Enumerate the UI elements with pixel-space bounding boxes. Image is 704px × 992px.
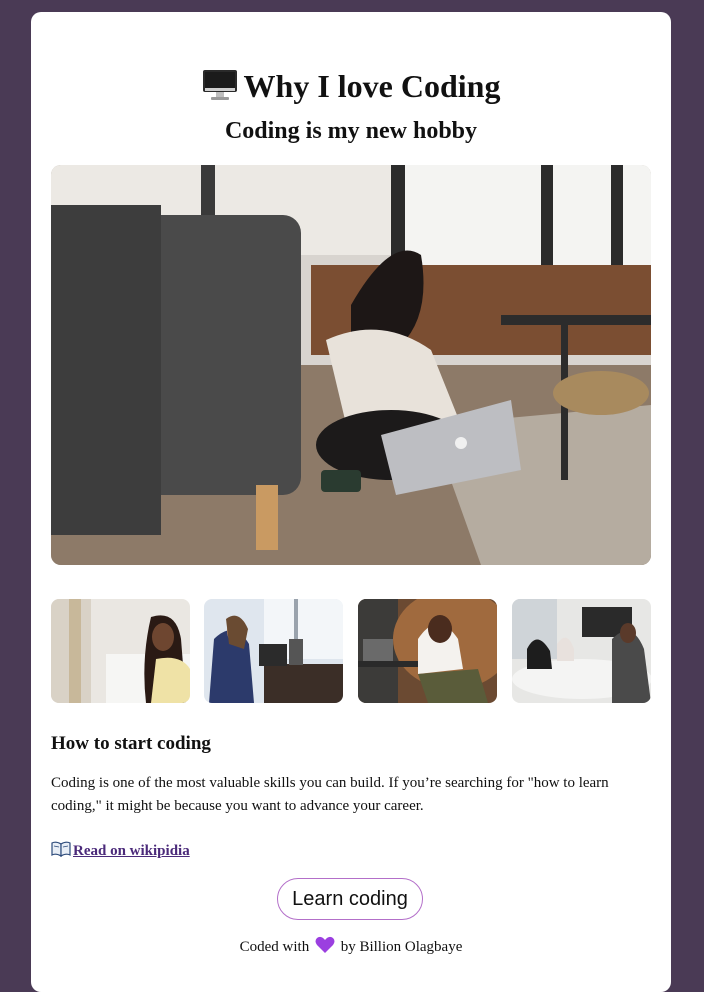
hero-image [51,165,651,565]
main-card: Why I love Coding Coding is my new hobby [31,12,671,992]
desktop-computer-icon [202,70,237,100]
section-paragraph: Coding is one of the most valuable skill… [51,775,609,814]
wikipedia-link[interactable]: Read on wikipidia [73,843,190,859]
thumbnail-gallery [51,599,651,703]
purple-heart-icon [315,936,335,953]
thumbnail-image [51,599,190,703]
wiki-link-row: Read on wikipidia [51,840,190,862]
footer-suffix: by Billion Olagbaye [340,939,463,955]
section-heading: How to start coding [51,733,211,754]
footer: Coded with by Billion Olagbaye [31,936,671,957]
learn-coding-button[interactable]: Learn coding [277,878,423,920]
thumbnail-image [512,599,651,703]
thumbnail-image [204,599,343,703]
page-subtitle: Coding is my new hobby [224,118,478,144]
page-title-text: Why I love Coding [243,68,501,104]
page-title: Why I love Coding [31,67,671,105]
footer-prefix: Coded with [239,939,310,955]
open-book-icon [51,841,71,857]
thumbnail-image [358,599,497,703]
